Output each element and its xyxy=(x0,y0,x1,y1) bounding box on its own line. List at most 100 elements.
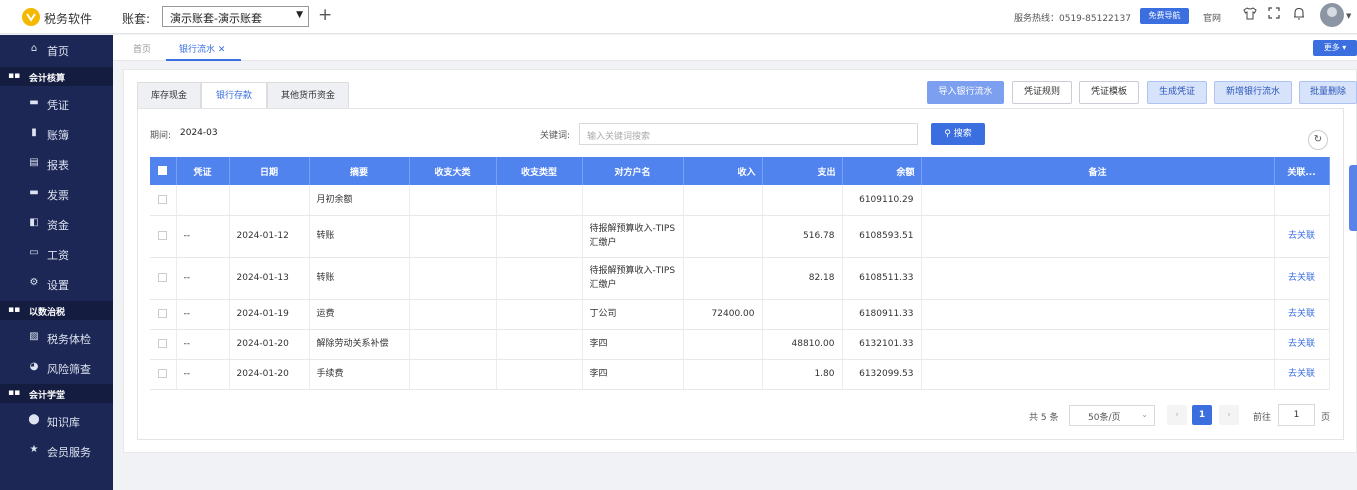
cell-category xyxy=(409,359,497,390)
sidebar-item-member[interactable]: ★ 会员服务 xyxy=(0,436,113,466)
sidebar-item-funds[interactable]: ◧ 资金 xyxy=(0,209,113,239)
cell-summary: 月初余额 xyxy=(309,185,410,216)
cell-date: 2024-01-12 xyxy=(229,215,310,258)
cell-income xyxy=(683,215,763,258)
row-checkbox[interactable] xyxy=(150,185,177,216)
account-select[interactable]: 演示账套-演示账套 ▼ xyxy=(162,6,309,27)
tab-home[interactable]: 首页 xyxy=(133,42,151,55)
tab-bank-flow[interactable]: 银行流水 ✕ xyxy=(179,42,225,55)
cell-income xyxy=(683,329,763,360)
sidebar-item-home[interactable]: ⌂ 首页 xyxy=(0,35,113,65)
add-account-icon[interactable]: + xyxy=(318,5,332,25)
sidebar-item-voucher[interactable]: ▬ 凭证 xyxy=(0,89,113,119)
tab-bank-deposit[interactable]: 银行存款 xyxy=(201,82,267,109)
account-label: 账套: xyxy=(122,12,151,26)
cell-party: 李四 xyxy=(582,329,684,360)
tab-cash[interactable]: 库存现金 xyxy=(137,82,201,109)
sidebar-item-invoice[interactable]: ▬ 发票 xyxy=(0,179,113,209)
keyword-label: 关键词: xyxy=(540,131,571,141)
cell-party: 待报解预算收入-TIPS汇缴户 xyxy=(582,257,684,300)
voucher-template-button[interactable]: 凭证模板 xyxy=(1079,81,1139,104)
period-label: 期间: xyxy=(150,131,172,141)
sidebar: ⌂ 首页 ▪▪ 会计核算 ▬ 凭证 ▮ 账簿 ▤ 报表 ▬ 发票 ◧ 资金 ▭ 工资 ⚙ 设置 ▪… xyxy=(0,35,113,490)
page-size-select[interactable]: 50条/页 ⌄ xyxy=(1069,405,1155,426)
fullscreen-icon[interactable] xyxy=(1268,7,1280,23)
refresh-icon[interactable]: ↻ xyxy=(1308,130,1328,150)
cell-balance: 6108593.51 xyxy=(842,215,922,258)
generate-voucher-button[interactable]: 生成凭证 xyxy=(1147,81,1207,104)
current-page-button[interactable]: 1 xyxy=(1192,405,1212,425)
link-to-voucher[interactable]: 去关联 xyxy=(1274,215,1330,258)
notification-bell-icon[interactable] xyxy=(1293,7,1305,24)
user-avatar[interactable] xyxy=(1320,3,1344,27)
top-bar: 税务软件 账套: 演示账套-演示账套 ▼ + 服务热线：0519-8512213… xyxy=(0,0,1357,34)
sidebar-item-knowledge[interactable]: ⬤ 知识库 xyxy=(0,406,113,436)
cell-date: 2024-01-20 xyxy=(229,329,310,360)
cell-balance: 6109110.29 xyxy=(842,185,922,216)
sidebar-group-school[interactable]: ▪▪ 会计学堂 xyxy=(0,384,113,403)
table-row: 月初余额 6109110.29 xyxy=(150,185,1330,216)
cell-expense: 1.80 xyxy=(762,359,843,390)
link-to-voucher[interactable]: 去关联 xyxy=(1274,329,1330,360)
sidebar-item-risk-screen[interactable]: ◕ 风险筛查 xyxy=(0,353,113,383)
cell-expense: 516.78 xyxy=(762,215,843,258)
sidebar-group-tax[interactable]: ▪▪ 以数治税 xyxy=(0,301,113,320)
sidebar-item-tax-check[interactable]: ▨ 税务体检 xyxy=(0,323,113,353)
page-size-value: 50条/页 xyxy=(1088,413,1121,423)
cell-voucher xyxy=(176,185,230,216)
period-value[interactable]: 2024-03 xyxy=(180,128,218,138)
goto-label: 前往 xyxy=(1253,413,1272,423)
link-to-voucher[interactable]: 去关联 xyxy=(1274,359,1330,390)
sidebar-item-ledger[interactable]: ▮ 账簿 xyxy=(0,119,113,149)
active-tab-indicator xyxy=(166,59,241,61)
side-drawer-tab[interactable] xyxy=(1349,165,1357,231)
row-checkbox[interactable] xyxy=(150,359,177,390)
link-to-voucher[interactable]: 去关联 xyxy=(1274,299,1330,330)
close-icon[interactable]: ✕ xyxy=(218,45,226,55)
sidebar-item-salary[interactable]: ▭ 工资 xyxy=(0,239,113,269)
skin-shirt-icon[interactable] xyxy=(1243,7,1257,24)
sidebar-item-label: 知识库 xyxy=(47,416,80,429)
voucher-rules-button[interactable]: 凭证规则 xyxy=(1012,81,1072,104)
tab-other-funds[interactable]: 其他货币资金 xyxy=(267,82,349,109)
account-select-value: 演示账套-演示账套 xyxy=(170,12,262,25)
row-checkbox[interactable] xyxy=(150,329,177,360)
add-bank-flow-button[interactable]: 新增银行流水 xyxy=(1214,81,1292,104)
sidebar-group-accounting[interactable]: ▪▪ 会计核算 xyxy=(0,67,113,86)
more-tabs-button[interactable]: 更多 ▾ xyxy=(1313,40,1357,56)
col-expense: 支出 xyxy=(762,157,843,185)
prev-page-button[interactable]: ‹ xyxy=(1167,405,1187,425)
next-page-button[interactable]: › xyxy=(1219,405,1239,425)
col-note: 备注 xyxy=(921,157,1275,185)
import-bank-flow-button[interactable]: 导入银行流水 xyxy=(927,81,1004,104)
col-link: 关联... xyxy=(1274,157,1330,185)
link-to-voucher[interactable]: 去关联 xyxy=(1274,257,1330,300)
avatar-caret-icon[interactable]: ▼ xyxy=(1346,12,1351,20)
cell-type xyxy=(496,257,583,300)
cell-category xyxy=(409,215,497,258)
cell-voucher: -- xyxy=(176,257,230,300)
cell-type xyxy=(496,299,583,330)
cell-category xyxy=(409,185,497,216)
search-button[interactable]: ⚲ 搜索 xyxy=(931,123,985,145)
sidebar-item-settings[interactable]: ⚙ 设置 xyxy=(0,269,113,299)
caret-down-icon: ▼ xyxy=(296,10,303,20)
risk-icon: ◕ xyxy=(29,361,39,372)
sidebar-item-report[interactable]: ▤ 报表 xyxy=(0,149,113,179)
cell-date: 2024-01-20 xyxy=(229,359,310,390)
row-checkbox[interactable] xyxy=(150,215,177,258)
batch-delete-button[interactable]: 批量删除 xyxy=(1299,81,1357,104)
cell-date: 2024-01-19 xyxy=(229,299,310,330)
row-checkbox[interactable] xyxy=(150,257,177,300)
cell-date: 2024-01-13 xyxy=(229,257,310,300)
official-site-link[interactable]: 官网 xyxy=(1203,11,1221,24)
goto-page-input[interactable]: 1 xyxy=(1278,404,1315,426)
keyword-search-input[interactable]: 输入关键词搜索 xyxy=(579,123,918,145)
free-navigation-button[interactable]: 免费导航 xyxy=(1140,8,1189,24)
sidebar-item-label: 发票 xyxy=(47,189,69,202)
row-checkbox[interactable] xyxy=(150,299,177,330)
select-all-checkbox[interactable] xyxy=(150,157,177,185)
sidebar-item-label: 工资 xyxy=(47,249,69,262)
grid-icon: ▪▪ xyxy=(8,71,21,81)
cell-income xyxy=(683,257,763,300)
